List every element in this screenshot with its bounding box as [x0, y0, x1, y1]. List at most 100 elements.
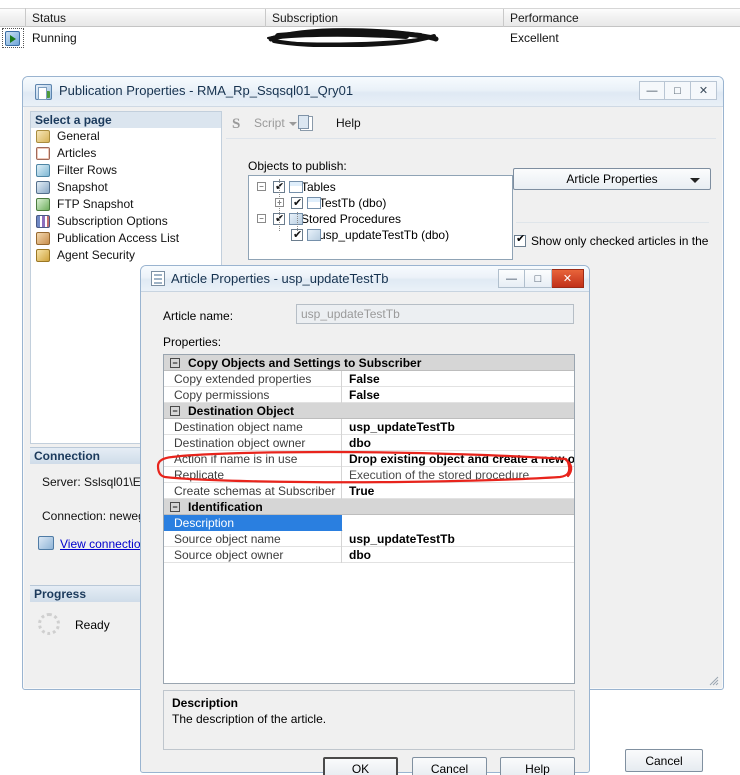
tree-guide-line [297, 212, 298, 231]
collapse-minus-icon[interactable]: − [170, 502, 180, 512]
property-value[interactable]: False [343, 371, 574, 387]
sidebar-item-publication-access-list[interactable]: Publication Access List [31, 230, 221, 247]
description-text: The description of the article. [172, 712, 327, 726]
sidebar-item-filter-rows[interactable]: Filter Rows [31, 162, 221, 179]
property-category-label: Copy Objects and Settings to Subscriber [188, 356, 422, 370]
help-button[interactable]: Help [319, 116, 361, 130]
sidebar-item-label: Articles [57, 146, 97, 160]
property-value[interactable] [343, 515, 574, 531]
tree-node-usp-updatetesttb[interactable]: usp_updateTestTb (dbo) [249, 227, 512, 243]
minimize-icon[interactable]: — [639, 81, 665, 100]
publication-cancel-button[interactable]: Cancel [625, 749, 703, 772]
grid-header-performance[interactable]: Performance [504, 9, 740, 27]
property-value[interactable]: False [343, 387, 574, 403]
agent-security-page-icon [36, 249, 50, 262]
property-value[interactable]: Execution of the stored procedure [343, 467, 574, 483]
minimize-icon[interactable]: — [498, 269, 525, 288]
tree-node-label: Tables [301, 180, 336, 194]
tree-node-label: TestTb (dbo) [319, 196, 387, 210]
cancel-button[interactable]: Cancel [412, 757, 487, 775]
property-category-identification[interactable]: − Identification [164, 499, 574, 515]
article-dialog-body: Article name: usp_updateTestTb Propertie… [141, 292, 589, 775]
collapse-minus-icon[interactable]: − [257, 182, 266, 191]
collapse-minus-icon[interactable]: − [170, 406, 180, 416]
article-name-field[interactable]: usp_updateTestTb [296, 304, 574, 324]
ok-button[interactable]: OK [323, 757, 398, 775]
sidebar-item-snapshot[interactable]: Snapshot [31, 179, 221, 196]
property-category-copy-objects[interactable]: − Copy Objects and Settings to Subscribe… [164, 355, 574, 371]
property-value[interactable]: True [343, 483, 574, 499]
property-grid[interactable]: − Copy Objects and Settings to Subscribe… [163, 354, 575, 684]
property-category-label: Destination Object [188, 404, 295, 418]
property-value[interactable]: usp_updateTestTb [343, 419, 574, 435]
sidebar-item-label: Agent Security [57, 248, 136, 262]
view-connection-icon [38, 536, 54, 550]
objects-tree[interactable]: − Tables + TestTb (dbo) − [248, 175, 513, 260]
redaction-scribble [267, 28, 439, 47]
sidebar-item-general[interactable]: General [31, 128, 221, 145]
property-name: Action if name is in use [164, 451, 342, 467]
chevron-down-icon[interactable] [289, 122, 297, 126]
property-row-create-schemas-at-subscriber[interactable]: Create schemas at Subscriber True [164, 483, 574, 499]
tree-node-tables[interactable]: − Tables [249, 179, 512, 195]
sidebar-item-ftp-snapshot[interactable]: FTP Snapshot [31, 196, 221, 213]
show-only-checked-label: Show only checked articles in the [531, 234, 709, 248]
close-icon[interactable]: ✕ [552, 269, 584, 288]
resize-grip-icon[interactable] [707, 674, 719, 686]
property-value[interactable]: usp_updateTestTb [343, 531, 574, 547]
article-name-label: Article name: [163, 309, 234, 323]
article-properties-button-label: Article Properties [566, 172, 658, 186]
tree-node-testtb[interactable]: + TestTb (dbo) [249, 195, 512, 211]
property-value[interactable]: Drop existing object and create a new o [343, 451, 574, 467]
property-row-copy-permissions[interactable]: Copy permissions False [164, 387, 574, 403]
sidebar-item-agent-security[interactable]: Agent Security [31, 247, 221, 264]
maximize-icon[interactable]: □ [665, 81, 691, 100]
property-name: Description [164, 515, 342, 531]
snapshot-page-icon [36, 181, 50, 194]
grid-header-icon-col[interactable] [0, 9, 26, 27]
chevron-down-icon[interactable] [690, 178, 700, 183]
collapse-minus-icon[interactable]: − [170, 358, 180, 368]
property-row-source-object-name[interactable]: Source object name usp_updateTestTb [164, 531, 574, 547]
sidebar-item-articles[interactable]: Articles [31, 145, 221, 162]
help-button[interactable]: Help [500, 757, 575, 775]
script-button[interactable]: Script [234, 116, 285, 130]
sidebar-item-label: General [57, 129, 100, 143]
property-row-action-if-name-in-use[interactable]: Action if name is in use Drop existing o… [164, 451, 574, 467]
tree-checkbox[interactable] [291, 195, 303, 211]
publication-access-list-page-icon [36, 232, 50, 245]
property-row-description[interactable]: Description [164, 515, 574, 531]
tree-node-stored-procedures[interactable]: − Stored Procedures [249, 211, 512, 227]
property-row-copy-extended-properties[interactable]: Copy extended properties False [164, 371, 574, 387]
row-performance: Excellent [510, 31, 559, 45]
row-select-cell[interactable] [0, 27, 26, 49]
property-value[interactable]: dbo [343, 435, 574, 451]
help-icon [298, 115, 313, 131]
subscription-options-page-icon [36, 215, 50, 228]
article-properties-icon [151, 271, 165, 286]
grid-header-status[interactable]: Status [26, 9, 266, 27]
properties-label: Properties: [163, 335, 222, 349]
publication-window-title: Publication Properties - RMA_Rp_Ssqsql01… [59, 83, 354, 98]
article-properties-button[interactable]: Article Properties [513, 168, 711, 190]
close-icon[interactable]: ✕ [691, 81, 717, 100]
article-dialog-title-bar[interactable]: Article Properties - usp_updateTestTb — … [141, 266, 589, 292]
property-row-replicate[interactable]: Replicate Execution of the stored proced… [164, 467, 574, 483]
collapse-minus-icon[interactable]: − [257, 214, 266, 223]
maximize-icon[interactable]: □ [525, 269, 552, 288]
table-icon [307, 197, 321, 209]
sidebar-item-subscription-options[interactable]: Subscription Options [31, 213, 221, 230]
property-name: Copy extended properties [164, 371, 342, 387]
view-connection-link[interactable]: View connection [60, 537, 147, 551]
property-row-source-object-owner[interactable]: Source object owner dbo [164, 547, 574, 563]
filter-rows-page-icon [36, 164, 50, 177]
publication-running-icon [5, 31, 20, 46]
article-dialog-window-controls: — □ ✕ [498, 269, 584, 288]
publication-icon [35, 84, 52, 100]
property-row-destination-object-name[interactable]: Destination object name usp_updateTestTb [164, 419, 574, 435]
property-category-destination-object[interactable]: − Destination Object [164, 403, 574, 419]
publication-title-bar[interactable]: Publication Properties - RMA_Rp_Ssqsql01… [23, 77, 723, 107]
property-value[interactable]: dbo [343, 547, 574, 563]
property-row-destination-object-owner[interactable]: Destination object owner dbo [164, 435, 574, 451]
tree-node-label: Stored Procedures [301, 212, 402, 226]
